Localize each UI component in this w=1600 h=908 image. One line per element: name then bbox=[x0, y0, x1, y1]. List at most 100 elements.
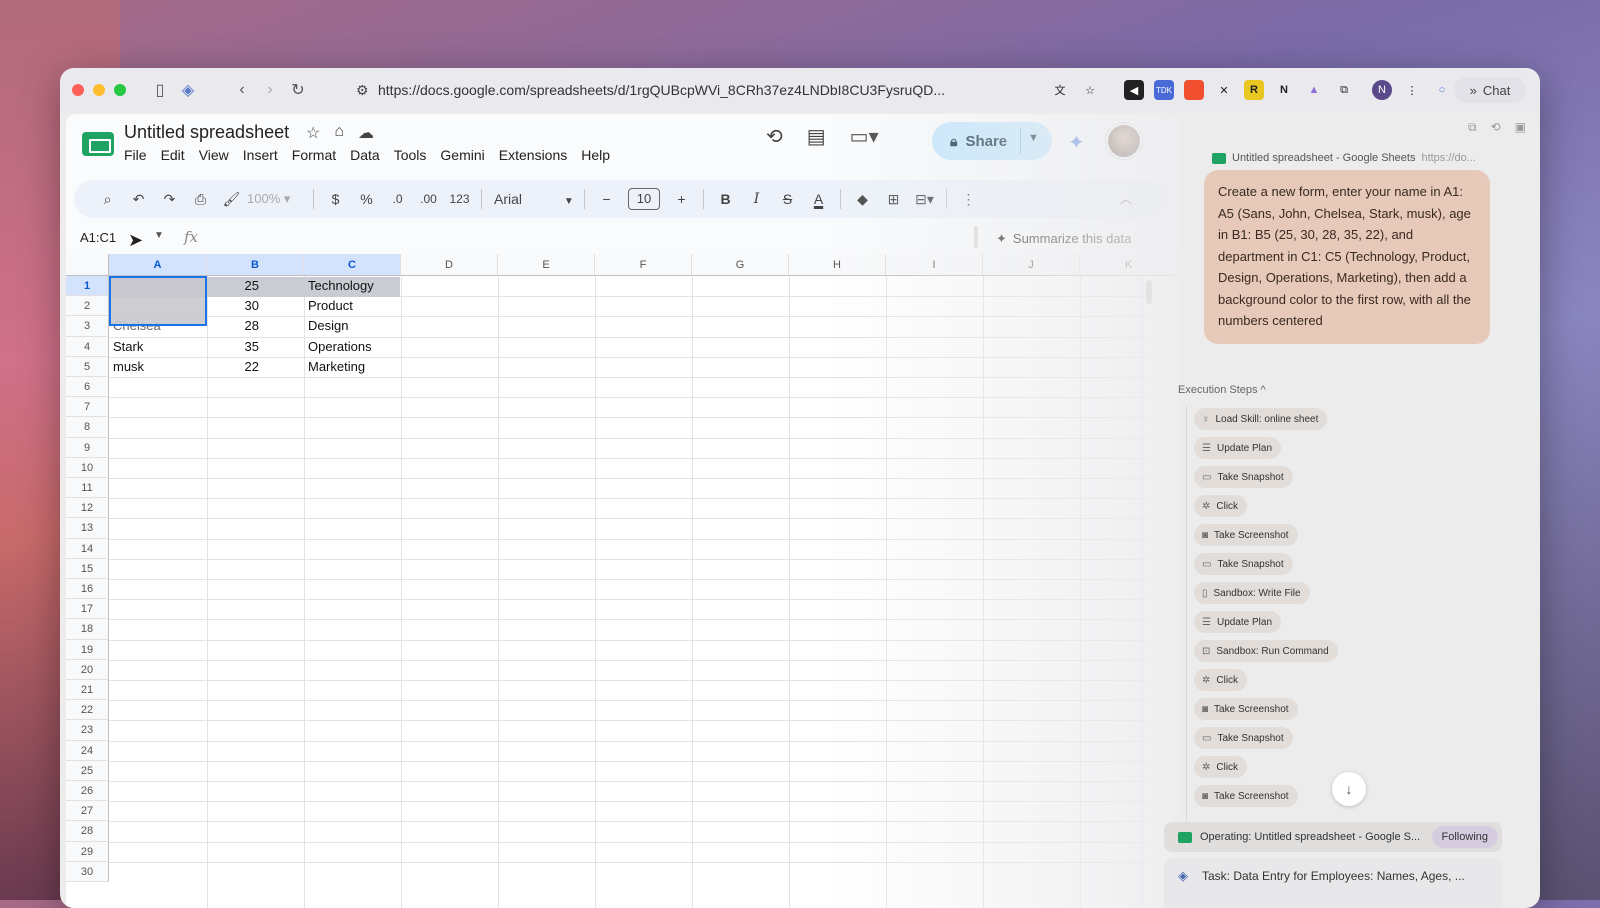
redo-icon[interactable]: ↷ bbox=[154, 191, 185, 208]
sidebar-toggle-icon[interactable]: ▯ bbox=[146, 80, 174, 100]
column-header-f[interactable]: F bbox=[595, 254, 692, 276]
row-header[interactable]: 21 bbox=[66, 680, 109, 701]
column-header-a[interactable]: A bbox=[109, 254, 207, 276]
merge-cells-icon[interactable]: ⊟▾ bbox=[909, 191, 940, 208]
profile-icon[interactable]: N bbox=[1372, 80, 1392, 100]
row-header[interactable]: 19 bbox=[66, 639, 109, 660]
row-header[interactable]: 7 bbox=[66, 397, 109, 418]
step-item[interactable]: ▭ Take Snapshot bbox=[1194, 553, 1293, 575]
menu-insert[interactable]: Insert bbox=[243, 147, 278, 163]
avatar[interactable] bbox=[1106, 123, 1142, 159]
step-item[interactable]: ▭ Take Snapshot bbox=[1194, 727, 1293, 749]
cell-c4[interactable]: Operations bbox=[304, 337, 401, 357]
row-header[interactable]: 3 bbox=[66, 316, 109, 337]
percent-format-button[interactable]: % bbox=[351, 191, 382, 207]
forward-icon[interactable]: › bbox=[256, 81, 284, 99]
select-all-corner[interactable] bbox=[66, 254, 109, 276]
row-header[interactable]: 20 bbox=[66, 659, 109, 680]
fill-color-icon[interactable]: ◆ bbox=[847, 191, 878, 208]
menu-data[interactable]: Data bbox=[350, 147, 380, 163]
menu-view[interactable]: View bbox=[199, 147, 229, 163]
cloud-status-icon[interactable]: ☁ bbox=[358, 123, 374, 143]
browser-menu-icon[interactable]: ⋮ bbox=[1402, 80, 1422, 100]
row-header[interactable]: 1 bbox=[66, 276, 109, 297]
menu-format[interactable]: Format bbox=[292, 147, 336, 163]
extension-red-icon[interactable] bbox=[1184, 80, 1204, 100]
more-formats-button[interactable]: 123 bbox=[444, 192, 475, 206]
increase-decimal-button[interactable]: .00 bbox=[413, 192, 444, 206]
document-title[interactable]: Untitled spreadsheet bbox=[124, 122, 289, 143]
step-item[interactable]: ♀ Load Skill: online sheet bbox=[1194, 408, 1328, 430]
column-header-d[interactable]: D bbox=[401, 254, 498, 276]
name-box-dropdown-icon[interactable]: ▼ bbox=[154, 230, 164, 241]
row-header[interactable]: 8 bbox=[66, 417, 109, 438]
cell-b2[interactable]: 30 bbox=[207, 296, 263, 316]
paint-format-icon[interactable]: 🖌︎ bbox=[216, 191, 247, 208]
step-item[interactable]: ✲ Click bbox=[1194, 495, 1248, 517]
row-header[interactable]: 23 bbox=[66, 720, 109, 741]
font-size-decrease-button[interactable]: − bbox=[591, 191, 622, 207]
row-header[interactable]: 16 bbox=[66, 579, 109, 600]
version-history-icon[interactable]: ⟲ bbox=[766, 124, 783, 149]
new-chat-icon[interactable]: ⧉ bbox=[1468, 120, 1477, 135]
step-item[interactable]: ✲ Click bbox=[1194, 669, 1248, 691]
step-item[interactable]: ☰ Update Plan bbox=[1194, 437, 1282, 459]
extension-r-icon[interactable]: R bbox=[1244, 80, 1264, 100]
row-header[interactable]: 12 bbox=[66, 498, 109, 519]
bold-button[interactable]: B bbox=[710, 191, 741, 207]
row-header[interactable]: 15 bbox=[66, 558, 109, 579]
collapse-toolbar-icon[interactable]: ︿ bbox=[1120, 190, 1132, 207]
row-header[interactable]: 30 bbox=[66, 861, 109, 882]
step-item[interactable]: ⊡ Sandbox: Run Command bbox=[1194, 640, 1338, 662]
row-header[interactable]: 22 bbox=[66, 700, 109, 721]
scroll-down-button[interactable]: ↓ bbox=[1332, 772, 1366, 806]
cell-b5[interactable]: 22 bbox=[207, 357, 263, 377]
more-options-icon[interactable]: ⋮ bbox=[953, 191, 984, 208]
row-header[interactable]: 17 bbox=[66, 599, 109, 620]
font-size-input[interactable]: 10 bbox=[628, 188, 660, 210]
move-folder-icon[interactable]: ⌂ bbox=[334, 123, 344, 143]
row-header[interactable]: 9 bbox=[66, 437, 109, 458]
zoom-select[interactable]: 100% ▾ bbox=[247, 191, 307, 207]
formula-bar-resize-handle[interactable] bbox=[974, 226, 978, 248]
notion-icon[interactable]: N bbox=[1274, 80, 1294, 100]
site-settings-icon[interactable]: ⚙ bbox=[356, 82, 378, 99]
spreadsheet-grid[interactable]: A B C D E F G H I J K 1 2 3 4 5 6 7 8 9 … bbox=[66, 254, 1178, 908]
strikethrough-button[interactable]: S bbox=[772, 191, 803, 207]
undo-icon[interactable]: ↶ bbox=[123, 191, 154, 208]
translate-icon[interactable]: 文 bbox=[1050, 80, 1070, 100]
font-family-select[interactable]: Arial ▼ bbox=[488, 191, 578, 207]
step-item[interactable]: ◙ Take Screenshot bbox=[1194, 785, 1298, 807]
extension-tdk-icon[interactable]: TDK bbox=[1154, 80, 1174, 100]
menu-edit[interactable]: Edit bbox=[161, 147, 185, 163]
row-header[interactable]: 28 bbox=[66, 821, 109, 842]
lightbulb-icon[interactable]: ○ bbox=[1432, 80, 1452, 100]
row-header[interactable]: 18 bbox=[66, 619, 109, 640]
menu-gemini[interactable]: Gemini bbox=[440, 147, 484, 163]
sheets-logo-icon[interactable] bbox=[82, 132, 114, 156]
row-header[interactable]: 11 bbox=[66, 478, 109, 499]
minimize-window-button[interactable] bbox=[93, 84, 105, 96]
step-item[interactable]: ▭ Take Snapshot bbox=[1194, 466, 1293, 488]
menu-help[interactable]: Help bbox=[581, 147, 610, 163]
row-header[interactable]: 26 bbox=[66, 781, 109, 802]
comments-icon[interactable]: ▤ bbox=[807, 124, 826, 149]
step-item[interactable]: ☰ Update Plan bbox=[1194, 611, 1282, 633]
column-header-i[interactable]: I bbox=[886, 254, 983, 276]
history-icon[interactable]: ⟲ bbox=[1491, 120, 1501, 135]
currency-format-button[interactable]: $ bbox=[320, 191, 351, 207]
text-color-button[interactable]: A bbox=[803, 191, 834, 207]
task-bar[interactable]: ◈ Task: Data Entry for Employees: Names,… bbox=[1164, 858, 1502, 908]
borders-icon[interactable]: ⊞ bbox=[878, 191, 909, 208]
extensions-puzzle-icon[interactable]: ⧉ bbox=[1334, 80, 1354, 100]
summarize-data-button[interactable]: ✦ Summarize this data bbox=[996, 231, 1131, 247]
row-header[interactable]: 24 bbox=[66, 740, 109, 761]
following-button[interactable]: Following bbox=[1431, 826, 1498, 848]
column-header-g[interactable]: G bbox=[692, 254, 789, 276]
bookmark-star-icon[interactable]: ☆ bbox=[1080, 80, 1100, 100]
context-tab-chip[interactable]: Untitled spreadsheet - Google Sheets htt… bbox=[1212, 152, 1532, 164]
extension-x-icon[interactable]: ✕ bbox=[1214, 80, 1234, 100]
step-item[interactable]: ▯ Sandbox: Write File bbox=[1194, 582, 1310, 604]
row-header[interactable]: 14 bbox=[66, 538, 109, 559]
row-header[interactable]: 6 bbox=[66, 377, 109, 398]
